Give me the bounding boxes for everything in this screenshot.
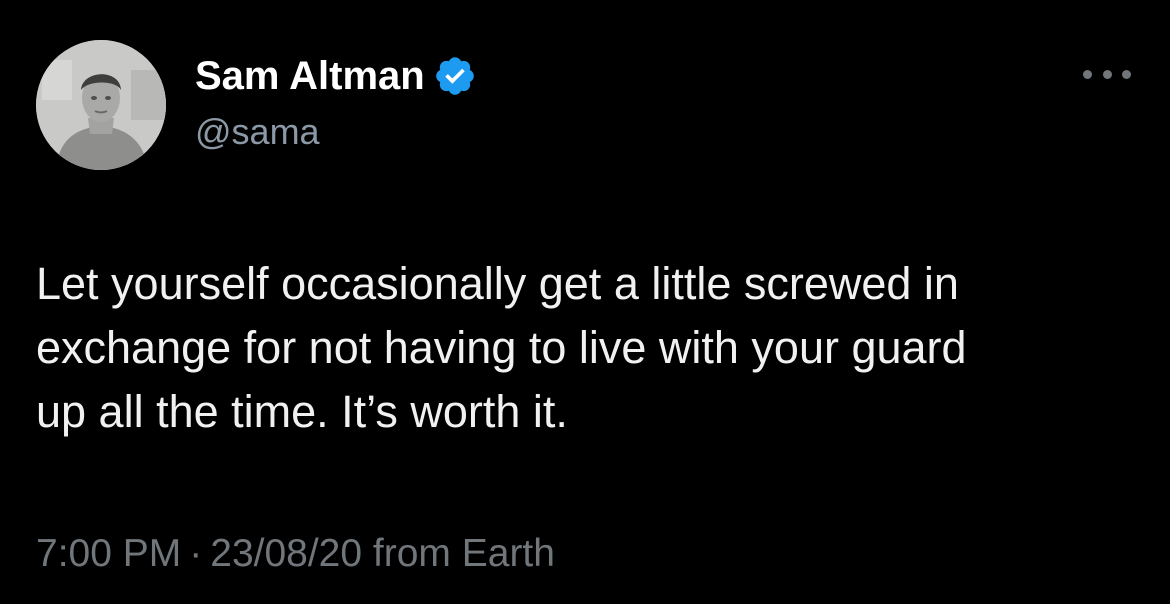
- avatar[interactable]: [36, 40, 166, 170]
- tweet-text-line: up all the time. It’s worth it.: [36, 386, 568, 437]
- author-handle[interactable]: @sama: [195, 110, 320, 154]
- meta-separator: ·: [189, 532, 203, 575]
- more-dot: [1102, 69, 1112, 79]
- verified-badge-icon: [433, 54, 477, 98]
- author-name-text: Sam Altman: [195, 54, 425, 98]
- profile-photo: [36, 40, 166, 170]
- author-display-name[interactable]: Sam Altman: [195, 52, 477, 100]
- tweet-time[interactable]: 7:00 PM: [36, 532, 181, 575]
- more-dot: [1122, 69, 1131, 79]
- tweet-card: Sam Altman @sama Let yourself occasional…: [0, 0, 1170, 604]
- tweet-text-line: Let yourself occasionally get a little s…: [36, 258, 959, 309]
- more-options-icon[interactable]: [1083, 62, 1131, 86]
- tweet-source: from Earth: [372, 532, 555, 575]
- tweet-text-line: exchange for not having to live with you…: [36, 322, 967, 373]
- more-dot: [1083, 69, 1092, 79]
- tweet-text: Let yourself occasionally get a little s…: [36, 252, 1136, 444]
- tweet-metadata: 7:00 PM · 23/08/20 from Earth: [36, 530, 555, 578]
- tweet-date[interactable]: 23/08/20: [210, 532, 362, 575]
